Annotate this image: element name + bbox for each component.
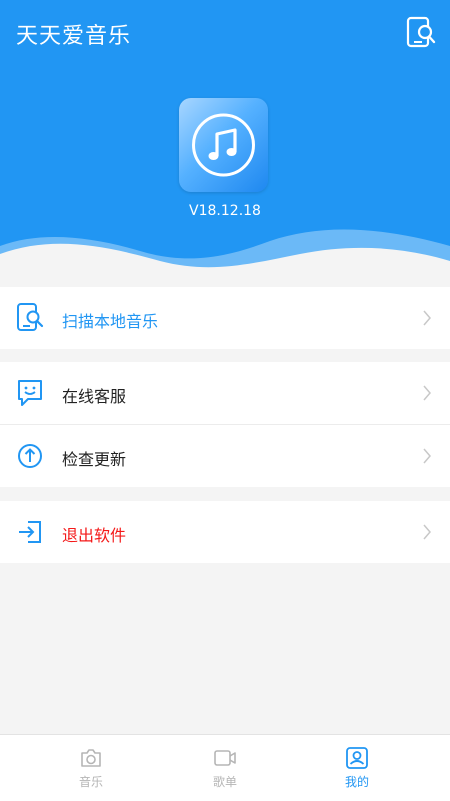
check-update-row[interactable]: 检查更新	[0, 424, 450, 487]
tab-mine[interactable]: 我的	[282, 735, 432, 801]
app-logo	[179, 98, 268, 192]
scan-local-music-label: 扫描本地音乐	[62, 312, 159, 331]
scan-search-button[interactable]	[406, 16, 436, 50]
scan-local-music-row[interactable]: 扫描本地音乐	[0, 287, 450, 349]
exit-app-label: 退出软件	[62, 526, 127, 545]
tab-mine-label: 我的	[344, 775, 369, 789]
scan-search-icon	[406, 16, 436, 48]
menu-group-scan: 扫描本地音乐	[0, 287, 450, 349]
app-bar: 天天爱音乐	[0, 0, 450, 66]
online-service-row[interactable]: 在线客服	[0, 362, 450, 424]
tab-playlist[interactable]: 歌单	[150, 735, 300, 801]
tab-music[interactable]: 音乐	[16, 735, 166, 801]
chevron-right-icon	[423, 448, 431, 464]
exit-app-row[interactable]: 退出软件	[0, 501, 450, 563]
app-title: 天天爱音乐	[16, 24, 132, 49]
bottom-tab-bar: 音乐 歌单 我的	[0, 734, 450, 801]
upload-arrow-icon	[18, 444, 42, 468]
online-service-label: 在线客服	[62, 387, 127, 406]
menu-group-exit: 退出软件	[0, 501, 450, 563]
chevron-right-icon	[423, 524, 431, 540]
check-update-label: 检查更新	[62, 450, 127, 469]
tab-playlist-label: 歌单	[212, 775, 237, 789]
video-icon	[214, 750, 236, 766]
hero-wave	[0, 229, 450, 276]
tab-music-label: 音乐	[78, 775, 103, 789]
music-note-icon	[192, 113, 255, 177]
profile-icon	[346, 747, 368, 769]
hero-banner: V18.12.18	[0, 66, 450, 276]
chevron-right-icon	[423, 385, 431, 401]
exit-arrow-icon	[19, 521, 41, 543]
phone-search-icon	[17, 303, 44, 331]
camera-icon	[81, 749, 101, 767]
menu-group-support: 在线客服 检查更新	[0, 362, 450, 487]
chat-smile-icon	[18, 380, 42, 406]
chevron-right-icon	[423, 310, 431, 326]
